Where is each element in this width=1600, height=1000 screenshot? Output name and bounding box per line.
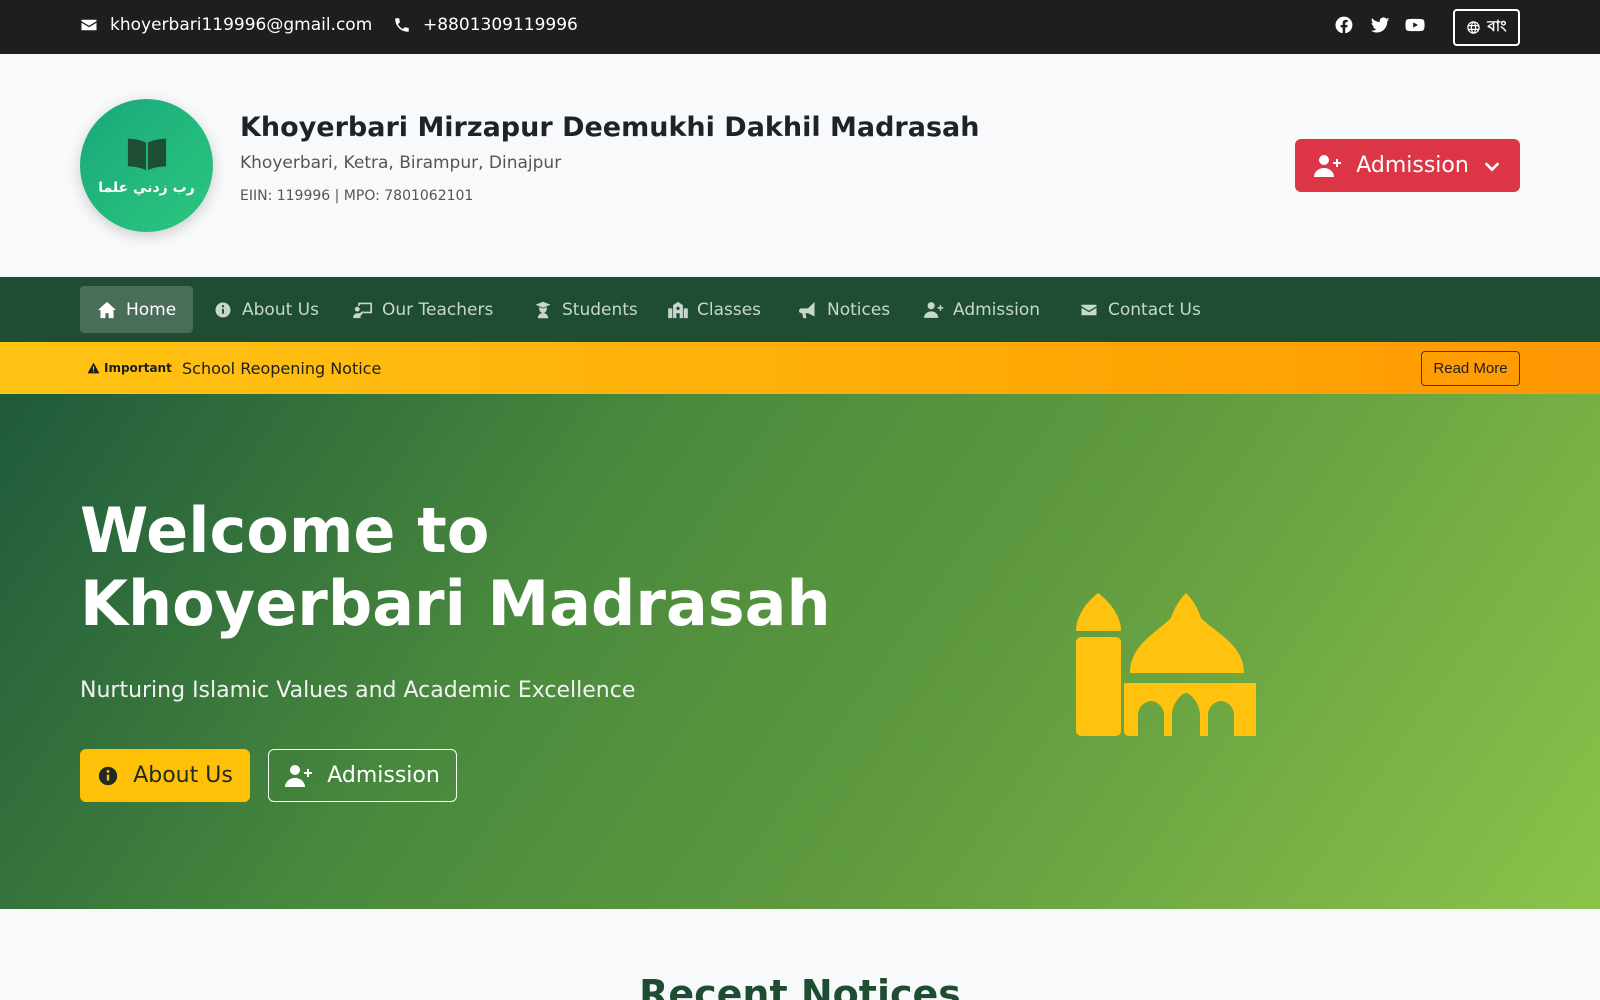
phone-contact[interactable]: +8801309119996 bbox=[393, 0, 578, 50]
read-more-button[interactable]: Read More bbox=[1421, 351, 1520, 386]
notice-bar: Important School Reopening Notice Read M… bbox=[0, 342, 1600, 394]
nav-item-label: Contact Us bbox=[1108, 299, 1201, 320]
twitter-icon[interactable] bbox=[1370, 0, 1390, 50]
logo-motto: رب زدني علما bbox=[98, 179, 195, 196]
admission-label: Admission bbox=[327, 763, 440, 788]
recent-notices-title: Recent Notices bbox=[639, 972, 961, 1000]
admission-dropdown-label: Admission bbox=[1356, 153, 1469, 178]
facebook-icon[interactable] bbox=[1334, 0, 1354, 50]
nav-item-label: Our Teachers bbox=[382, 299, 494, 320]
hero-title: Welcome to Khoyerbari Madrasah bbox=[80, 494, 831, 640]
book-icon bbox=[127, 138, 166, 170]
language-label: বাং bbox=[1487, 18, 1507, 35]
warning-icon bbox=[87, 362, 100, 374]
email-text: khoyerbari119996@gmail.com bbox=[110, 15, 373, 35]
info-icon bbox=[215, 302, 231, 317]
school-eiin: EIIN: 119996 | MPO: 7801062101 bbox=[240, 188, 474, 204]
nav-item-classes[interactable]: Classes bbox=[651, 286, 778, 333]
bullhorn-icon bbox=[799, 301, 815, 318]
user-plus-icon bbox=[285, 764, 313, 787]
phone-icon bbox=[395, 18, 409, 32]
site-header: رب زدني علما Khoyerbari Mirzapur Deemukh… bbox=[0, 54, 1600, 277]
mosque-icon bbox=[1076, 593, 1256, 736]
nav-item-label: About Us bbox=[242, 299, 319, 320]
nav-item-label: Classes bbox=[697, 299, 762, 320]
nav-item-label: Students bbox=[562, 299, 638, 320]
chevron-down-icon bbox=[1484, 161, 1500, 172]
nav-item-label: Notices bbox=[827, 299, 891, 320]
globe-icon bbox=[1467, 21, 1481, 34]
school-name: Khoyerbari Mirzapur Deemukhi Dakhil Madr… bbox=[240, 112, 980, 143]
hero-title-line-2: Khoyerbari Madrasah bbox=[80, 567, 831, 640]
about-us-button[interactable]: About Us bbox=[80, 749, 250, 802]
envelope-icon bbox=[1081, 304, 1097, 315]
home-icon bbox=[98, 301, 116, 318]
hero-section: Welcome to Khoyerbari Madrasah Nurturing… bbox=[0, 394, 1600, 909]
nav-item-admission[interactable]: Admission bbox=[907, 286, 1057, 333]
nav-item-label: Home bbox=[126, 299, 177, 320]
school-address: Khoyerbari, Ketra, Birampur, Dinajpur bbox=[240, 153, 562, 173]
nav-item-home[interactable]: Home bbox=[80, 286, 194, 333]
user-plus-icon bbox=[1314, 154, 1342, 177]
admission-dropdown-button[interactable]: Admission bbox=[1295, 139, 1520, 192]
phone-text: +8801309119996 bbox=[423, 15, 578, 35]
school-icon bbox=[668, 301, 688, 318]
nav-item-notices[interactable]: Notices bbox=[781, 286, 907, 333]
language-toggle-button[interactable]: বাং bbox=[1453, 9, 1520, 46]
hero-tagline: Nurturing Islamic Values and Academic Ex… bbox=[80, 678, 636, 703]
top-bar: khoyerbari119996@gmail.com +880130911999… bbox=[0, 0, 1600, 54]
email-contact[interactable]: khoyerbari119996@gmail.com bbox=[80, 0, 372, 50]
user-plus-icon bbox=[924, 301, 944, 318]
info-icon bbox=[99, 766, 118, 785]
about-us-label: About Us bbox=[133, 763, 233, 788]
teacher-icon bbox=[353, 302, 372, 318]
envelope-icon bbox=[81, 19, 97, 31]
nav-item-label: Admission bbox=[953, 299, 1041, 320]
important-badge: Important bbox=[87, 342, 172, 394]
student-icon bbox=[535, 301, 551, 318]
important-label: Important bbox=[104, 361, 172, 375]
notice-text[interactable]: School Reopening Notice bbox=[182, 342, 381, 394]
school-logo[interactable]: رب زدني علما bbox=[80, 99, 213, 232]
admission-button[interactable]: Admission bbox=[268, 749, 457, 802]
hero-title-line-1: Welcome to bbox=[80, 494, 490, 567]
main-navigation: Home About Us Our Teachers Students Clas… bbox=[0, 277, 1600, 342]
nav-item-our-teachers[interactable]: Our Teachers bbox=[336, 286, 510, 333]
youtube-icon[interactable] bbox=[1405, 0, 1425, 50]
nav-item-about-us[interactable]: About Us bbox=[196, 286, 336, 333]
nav-item-contact-us[interactable]: Contact Us bbox=[1062, 286, 1218, 333]
nav-item-students[interactable]: Students bbox=[516, 286, 655, 333]
